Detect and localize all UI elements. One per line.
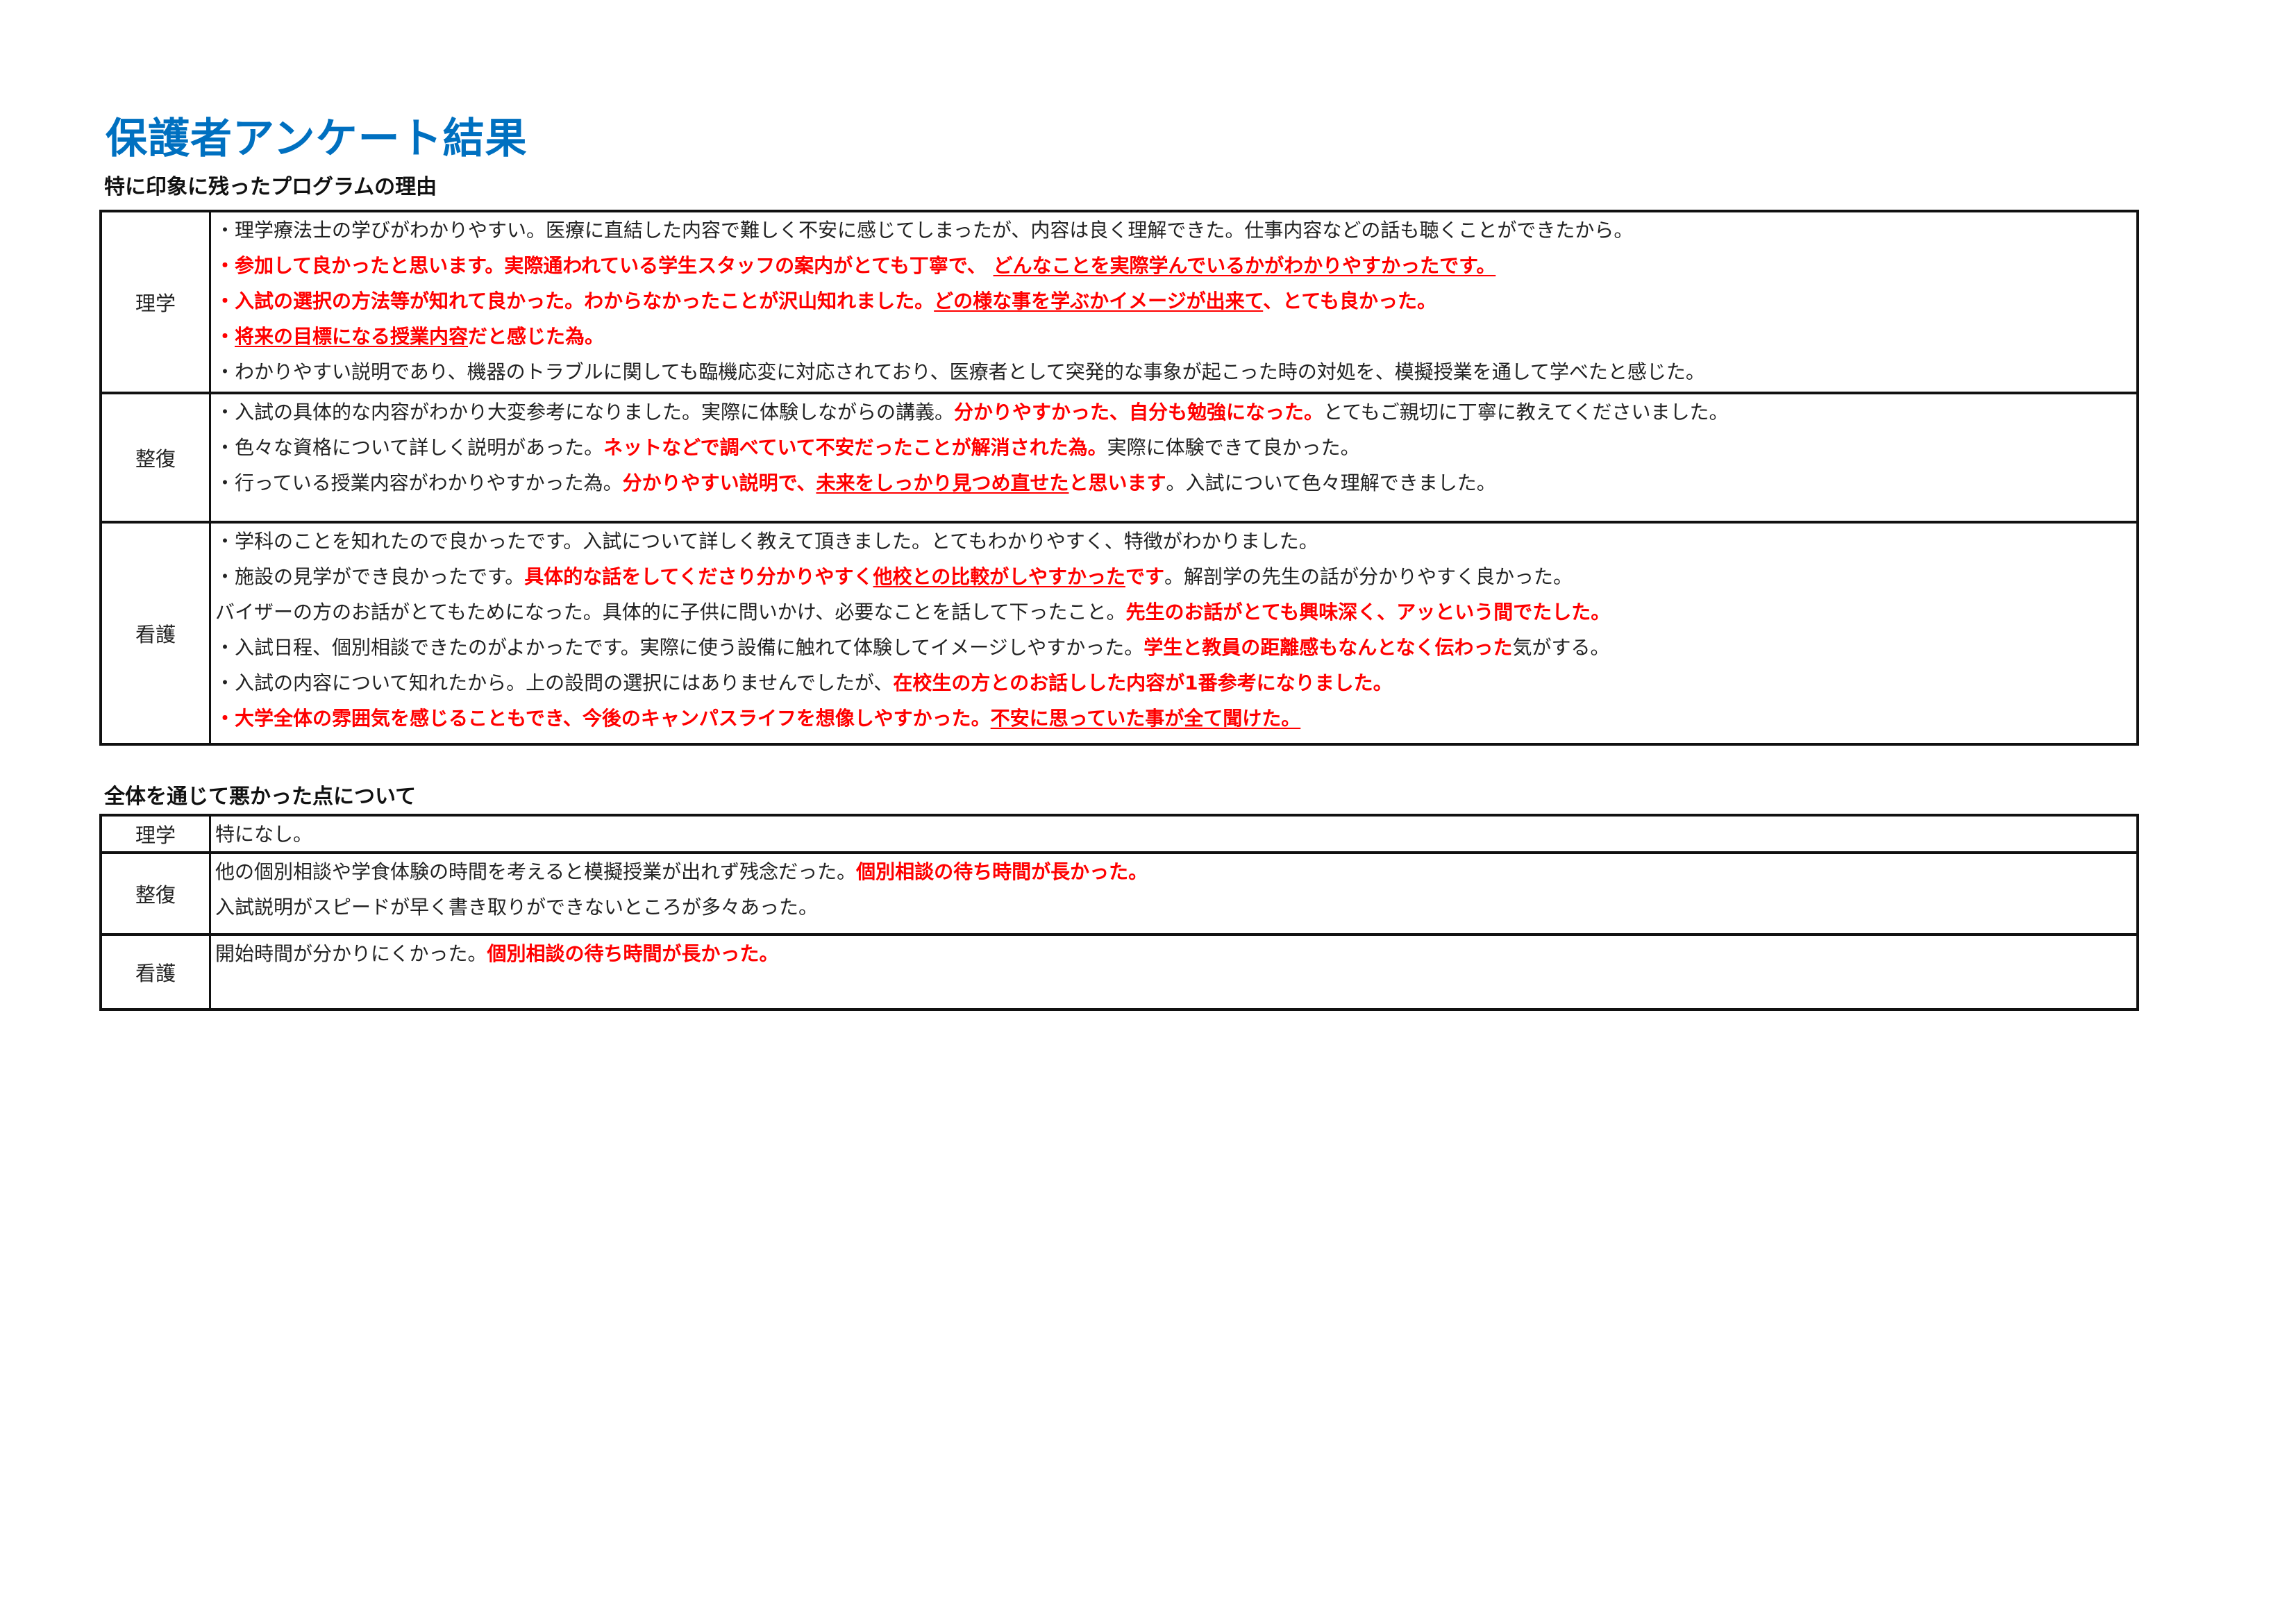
comment-cell: 開始時間が分かりにくかった。個別相談の待ち時間が長かった。 bbox=[211, 936, 2136, 1008]
table-row: 整復 ・入試の具体的な内容がわかり大変参考になりました。実際に体験しながらの講義。… bbox=[102, 392, 2136, 521]
highlighted-comment-text: だと感じた為。 bbox=[468, 325, 605, 348]
highlighted-comment-text: 学生と教員の距離感もなんとなく伝わった bbox=[1143, 636, 1513, 659]
page-title: 保護者アンケート結果 bbox=[106, 115, 528, 163]
highlighted-comment-text: 在校生の方とのお話しした内容が1番参考になりました。 bbox=[893, 671, 1393, 694]
comment-text: ・入試日程、個別相談できたのがよかったです。実際に使う設備に触れて体験してイメー… bbox=[215, 636, 1144, 659]
comment-line: ・将来の目標になる授業内容だと感じた為。 bbox=[215, 319, 2136, 354]
comment-line: ・入試日程、個別相談できたのがよかったです。実際に使う設備に触れて体験してイメー… bbox=[215, 630, 2136, 665]
highlighted-comment-text: 他校との比較がしやすかった bbox=[873, 565, 1125, 588]
comment-line: ・わかりやすい説明であり、機器のトラブルに関しても臨機応変に対応されており、医療… bbox=[215, 354, 2136, 390]
comment-text: ・わかりやすい説明であり、機器のトラブルに関しても臨機応変に対応されており、医療… bbox=[215, 360, 1705, 383]
highlighted-comment-text: ・大学全体の雰囲気を感じることもでき、今後のキャンパスライフを想像しやすかった。 bbox=[215, 707, 991, 730]
highlighted-comment-text: ・参加して良かったと思います。実際通われている学生スタッフの案内がとても丁寧で、 bbox=[215, 254, 994, 277]
comment-line: ・大学全体の雰囲気を感じることもでき、今後のキャンパスライフを想像しやすかった。… bbox=[215, 701, 2136, 736]
comment-text: 特になし。 bbox=[215, 823, 313, 846]
highlighted-comment-text: どんなことを実際学んでいるかがわかりやすかったです。 bbox=[993, 254, 1496, 277]
table-row: 理学 特になし。 bbox=[102, 817, 2136, 851]
comment-text: ・理学療法士の学びがわかりやすい。医療に直結した内容で難しく不安に感じてしまった… bbox=[215, 219, 1634, 242]
comment-cell: 他の個別相談や学食体験の時間を考えると模擬授業が出れず残念だった。個別相談の待ち… bbox=[211, 854, 2136, 933]
comment-line: ・色々な資格について詳しく説明があった。ネットなどで調べていて不安だったことが解… bbox=[215, 430, 2136, 465]
comment-text: ・入試の具体的な内容がわかり大変参考になりました。実際に体験しながらの講義。 bbox=[215, 401, 955, 424]
impressive-programs-table: 理学 ・理学療法士の学びがわかりやすい。医療に直結した内容で難しく不安に感じてしま… bbox=[99, 210, 2139, 746]
comment-text: 。解剖学の先生の話が分かりやすく良かった。 bbox=[1164, 565, 1573, 588]
comment-line: ・学科のことを知れたので良かったです。入試について詳しく教えて頂きました。とても… bbox=[215, 524, 2136, 559]
table-row: 理学 ・理学療法士の学びがわかりやすい。医療に直結した内容で難しく不安に感じてしま… bbox=[102, 212, 2136, 392]
comment-text: 他の個別相談や学食体験の時間を考えると模擬授業が出れず残念だった。 bbox=[215, 860, 857, 883]
comment-line: ・参加して良かったと思います。実際通われている学生スタッフの案内がとても丁寧で、… bbox=[215, 248, 2136, 283]
comment-text: 開始時間が分かりにくかった。 bbox=[215, 942, 487, 965]
department-label: 看護 bbox=[102, 524, 211, 743]
highlighted-comment-text: 具体的な話をしてくださり分かりやすく bbox=[524, 565, 873, 588]
comment-text: ・学科のことを知れたので良かったです。入試について詳しく教えて頂きました。とても… bbox=[215, 530, 1318, 553]
department-label: 整復 bbox=[102, 854, 211, 933]
table-row: 看護 開始時間が分かりにくかった。個別相談の待ち時間が長かった。 bbox=[102, 933, 2136, 1008]
highlighted-comment-text: ・ bbox=[215, 325, 235, 348]
comment-line: ・理学療法士の学びがわかりやすい。医療に直結した内容で難しく不安に感じてしまった… bbox=[215, 212, 2136, 248]
comment-cell: ・理学療法士の学びがわかりやすい。医療に直結した内容で難しく不安に感じてしまった… bbox=[211, 212, 2136, 392]
comment-line: ・施設の見学ができ良かったです。具体的な話をしてくださり分かりやすく他校との比較… bbox=[215, 559, 2136, 594]
comment-text: 入試説明がスピードが早く書き取りができないところが多々あった。 bbox=[215, 896, 819, 919]
highlighted-comment-text: と思います bbox=[1069, 471, 1166, 494]
department-label: 整復 bbox=[102, 394, 211, 521]
comment-line: ・行っている授業内容がわかりやすかった為。分かりやすい説明で、未来をしっかり見つ… bbox=[215, 465, 2136, 501]
highlighted-comment-text: 不安に思っていた事が全て聞けた。 bbox=[990, 707, 1301, 730]
comment-line: ・入試の選択の方法等が知れて良かった。わからなかったことが沢山知れました。どの様… bbox=[215, 283, 2136, 319]
highlighted-comment-text: どの様な事を学ぶかイメージが出来て bbox=[934, 290, 1264, 312]
bad-points-table: 理学 特になし。 整復 他の個別相談や学食体験の時間を考えると模擬授業が出れず残念だっ… bbox=[99, 814, 2139, 1011]
comment-line: 入試説明がスピードが早く書き取りができないところが多々あった。 bbox=[215, 889, 2136, 925]
table-row: 看護 ・学科のことを知れたので良かったです。入試について詳しく教えて頂きました。と… bbox=[102, 521, 2136, 743]
comment-text: ・入試の内容について知れたから。上の設問の選択にはありませんでしたが、 bbox=[215, 671, 894, 694]
department-label: 看護 bbox=[102, 936, 211, 1008]
highlighted-comment-text: 個別相談の待ち時間が長かった。 bbox=[487, 942, 779, 965]
department-label: 理学 bbox=[102, 212, 211, 392]
comment-text: ・施設の見学ができ良かったです。 bbox=[215, 565, 525, 588]
highlighted-comment-text: ネットなどで調べていて不安だったことが解消された為。 bbox=[603, 436, 1107, 459]
comment-line: バイザーの方のお話がとてもためになった。具体的に子供に問いかけ、必要なことを話し… bbox=[215, 594, 2136, 630]
highlighted-comment-text: 将来の目標になる授業内容 bbox=[235, 325, 469, 348]
comment-line: 他の個別相談や学食体験の時間を考えると模擬授業が出れず残念だった。個別相談の待ち… bbox=[215, 854, 2136, 889]
comment-cell: 特になし。 bbox=[211, 817, 2136, 851]
section-heading-impressive-programs: 特に印象に残ったプログラムの理由 bbox=[104, 175, 437, 199]
highlighted-comment-text: 未来をしっかり見つめ直せた bbox=[816, 471, 1069, 494]
comment-text: 実際に体験できて良かった。 bbox=[1107, 436, 1360, 459]
highlighted-comment-text: 、とても良かった。 bbox=[1263, 290, 1436, 312]
comment-line: 開始時間が分かりにくかった。個別相談の待ち時間が長かった。 bbox=[215, 936, 2136, 971]
highlighted-comment-text: ・入試の選択の方法等が知れて良かった。わからなかったことが沢山知れました。 bbox=[215, 290, 935, 312]
comment-line: ・入試の内容について知れたから。上の設問の選択にはありませんでしたが、在校生の方… bbox=[215, 665, 2136, 701]
section-heading-bad-points: 全体を通じて悪かった点について bbox=[104, 785, 417, 809]
highlighted-comment-text: 分かりやすかった、自分も勉強になった。 bbox=[954, 401, 1324, 424]
comment-text: 。入試について色々理解できました。 bbox=[1166, 471, 1496, 494]
highlighted-comment-text: 分かりやすい説明で、 bbox=[622, 471, 816, 494]
comment-cell: ・学科のことを知れたので良かったです。入試について詳しく教えて頂きました。とても… bbox=[211, 524, 2136, 743]
comment-text: ・行っている授業内容がわかりやすかった為。 bbox=[215, 471, 623, 494]
highlighted-comment-text: 個別相談の待ち時間が長かった。 bbox=[856, 860, 1148, 883]
comment-line: ・入試の具体的な内容がわかり大変参考になりました。実際に体験しながらの講義。分か… bbox=[215, 394, 2136, 430]
comment-text: バイザーの方のお話がとてもためになった。具体的に子供に問いかけ、必要なことを話し… bbox=[215, 601, 1126, 623]
comment-text: とてもご親切に丁寧に教えてくださいました。 bbox=[1323, 401, 1729, 424]
comment-line: 特になし。 bbox=[215, 817, 2136, 852]
highlighted-comment-text: です bbox=[1125, 565, 1164, 588]
highlighted-comment-text: 先生のお話がとても興味深く、アッという間でたした。 bbox=[1125, 601, 1611, 623]
department-label: 理学 bbox=[102, 817, 211, 851]
table-row: 整復 他の個別相談や学食体験の時間を考えると模擬授業が出れず残念だった。個別相談の… bbox=[102, 851, 2136, 933]
comment-cell: ・入試の具体的な内容がわかり大変参考になりました。実際に体験しながらの講義。分か… bbox=[211, 394, 2136, 521]
comment-text: ・色々な資格について詳しく説明があった。 bbox=[215, 436, 604, 459]
comment-text: 気がする。 bbox=[1512, 636, 1610, 659]
